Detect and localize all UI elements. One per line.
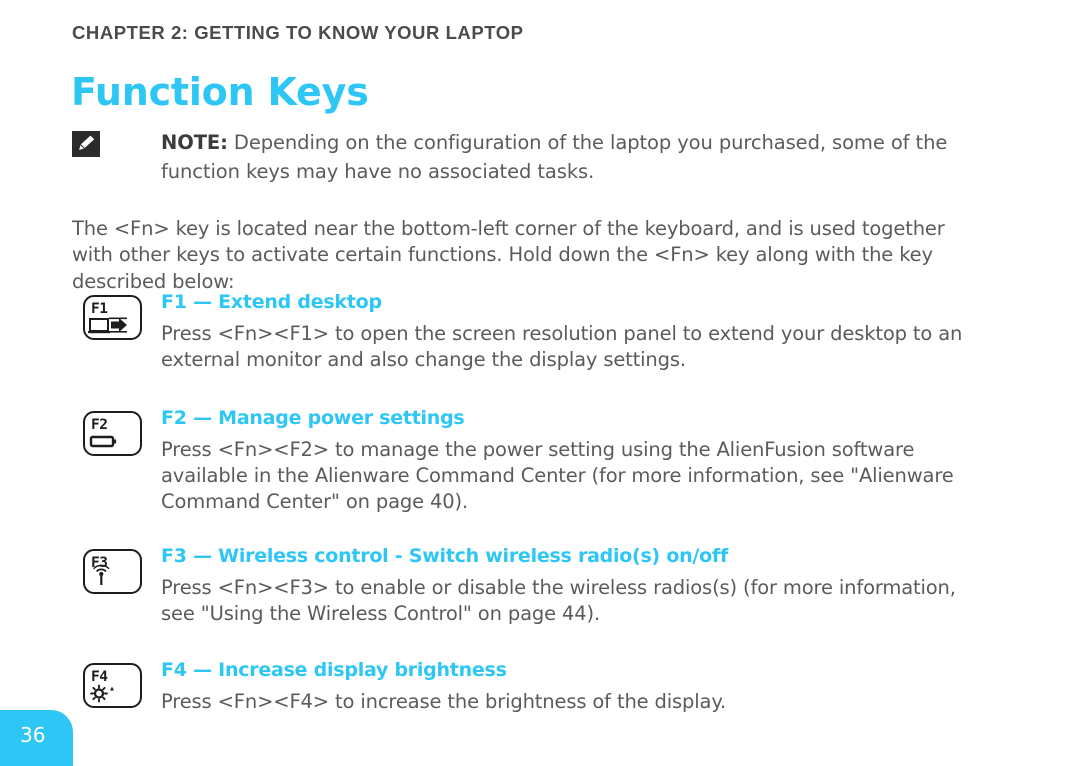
document-page: CHAPTER 2: GETTING TO KNOW YOUR LAPTOP F… bbox=[0, 0, 1080, 766]
function-key-body: Press <Fn><F2> to manage the power setti… bbox=[161, 438, 954, 513]
note-label: NOTE: bbox=[161, 131, 228, 154]
intro-paragraph: The <Fn> key is located near the bottom-… bbox=[72, 216, 945, 293]
battery-icon: F2 bbox=[83, 411, 142, 456]
function-key-heading: F4 — Increase display brightness bbox=[161, 659, 507, 681]
brightness-up-icon: F4 bbox=[83, 663, 142, 708]
page-number: 36 bbox=[20, 723, 46, 747]
function-key-entry-f4: F4 F4 — Increase display brightness Pres… bbox=[0, 658, 1080, 716]
svg-text:F4: F4 bbox=[91, 669, 108, 685]
function-key-list: F1 F1 — Extend desktop Press <Fn><F1> to… bbox=[0, 290, 1080, 716]
svg-text:F1: F1 bbox=[91, 301, 108, 317]
function-key-heading: F1 — Extend desktop bbox=[161, 291, 382, 313]
note-pencil-icon bbox=[72, 131, 100, 157]
function-key-heading: F2 — Manage power settings bbox=[161, 407, 465, 429]
note-text: NOTE: Depending on the configuration of … bbox=[161, 128, 982, 186]
svg-text:F2: F2 bbox=[91, 417, 107, 433]
function-key-entry-f2: F2 F2 — Manage power settings Press <Fn>… bbox=[0, 406, 1080, 515]
wireless-antenna-icon: F3 bbox=[83, 549, 142, 594]
function-key-body: Press <Fn><F3> to enable or disable the … bbox=[161, 576, 956, 625]
note-callout: NOTE: Depending on the configuration of … bbox=[72, 128, 982, 186]
function-key-body: Press <Fn><F4> to increase the brightnes… bbox=[161, 690, 727, 713]
note-body: Depending on the configuration of the la… bbox=[161, 131, 948, 183]
function-key-body: Press <Fn><F1> to open the screen resolu… bbox=[161, 322, 963, 371]
chapter-header: CHAPTER 2: GETTING TO KNOW YOUR LAPTOP bbox=[72, 22, 524, 43]
extend-desktop-icon: F1 bbox=[83, 295, 142, 340]
function-key-heading: F3 — Wireless control - Switch wireless … bbox=[161, 545, 728, 567]
page-number-badge: 36 bbox=[0, 710, 73, 766]
function-key-entry-f3: F3 F3 — Wireless control - Switch wirele… bbox=[0, 544, 1080, 627]
function-key-entry-f1: F1 F1 — Extend desktop Press <Fn><F1> to… bbox=[0, 290, 1080, 373]
page-title: Function Keys bbox=[71, 70, 369, 114]
